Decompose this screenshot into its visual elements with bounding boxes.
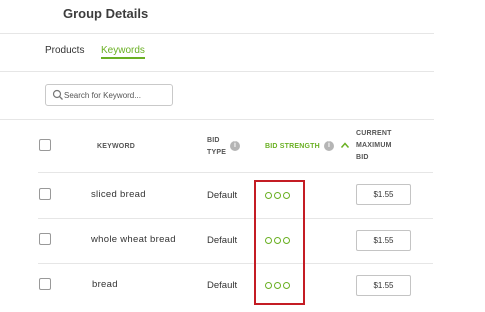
- column-header-bid-strength[interactable]: BID STRENGTH: [265, 141, 320, 153]
- keyword-cell: bread: [92, 279, 118, 290]
- max-bid-input[interactable]: $1.55: [356, 230, 411, 251]
- tab-products[interactable]: Products: [45, 45, 84, 56]
- bid-type-line-2: TYPE: [207, 149, 227, 156]
- search-input[interactable]: [64, 85, 170, 105]
- bid-type-info-icon[interactable]: i: [230, 141, 240, 151]
- row-checkbox[interactable]: [39, 278, 51, 290]
- sort-ascending-icon[interactable]: [340, 141, 350, 149]
- page-title: Group Details: [63, 6, 149, 21]
- column-header-current-max-bid[interactable]: CURRENT MAXIMUM BID: [356, 128, 392, 164]
- select-all-checkbox[interactable]: [39, 139, 51, 151]
- active-tab-indicator: [101, 57, 145, 59]
- bid-type-cell: Default: [207, 190, 238, 201]
- max-bid-input[interactable]: $1.55: [356, 184, 411, 205]
- row-divider: [38, 218, 433, 219]
- bid-strength-info-icon[interactable]: i: [324, 141, 334, 151]
- row-divider: [38, 263, 433, 264]
- max-bid-line-1: CURRENT: [356, 130, 392, 137]
- keyword-cell: sliced bread: [91, 189, 146, 200]
- tabs-divider: [0, 71, 434, 72]
- max-bid-line-3: BID: [356, 154, 369, 161]
- tab-keywords-label: Keywords: [101, 45, 145, 56]
- max-bid-input[interactable]: $1.55: [356, 275, 411, 296]
- bid-type-cell: Default: [207, 280, 238, 291]
- max-bid-line-2: MAXIMUM: [356, 142, 392, 149]
- search-box[interactable]: [45, 84, 173, 106]
- header-divider: [0, 33, 434, 34]
- keyword-cell: whole wheat bread: [91, 234, 176, 245]
- row-checkbox[interactable]: [39, 188, 51, 200]
- bid-strength-highlight-box: [254, 180, 305, 305]
- row-checkbox[interactable]: [39, 233, 51, 245]
- search-icon: [52, 89, 63, 100]
- column-header-bid-type[interactable]: BID TYPE: [207, 135, 226, 159]
- tab-keywords[interactable]: Keywords: [101, 45, 145, 59]
- column-header-keyword[interactable]: KEYWORD: [97, 141, 135, 153]
- header-row-divider: [38, 172, 433, 173]
- bid-type-cell: Default: [207, 235, 238, 246]
- search-divider: [0, 119, 434, 120]
- bid-type-line-1: BID: [207, 137, 220, 144]
